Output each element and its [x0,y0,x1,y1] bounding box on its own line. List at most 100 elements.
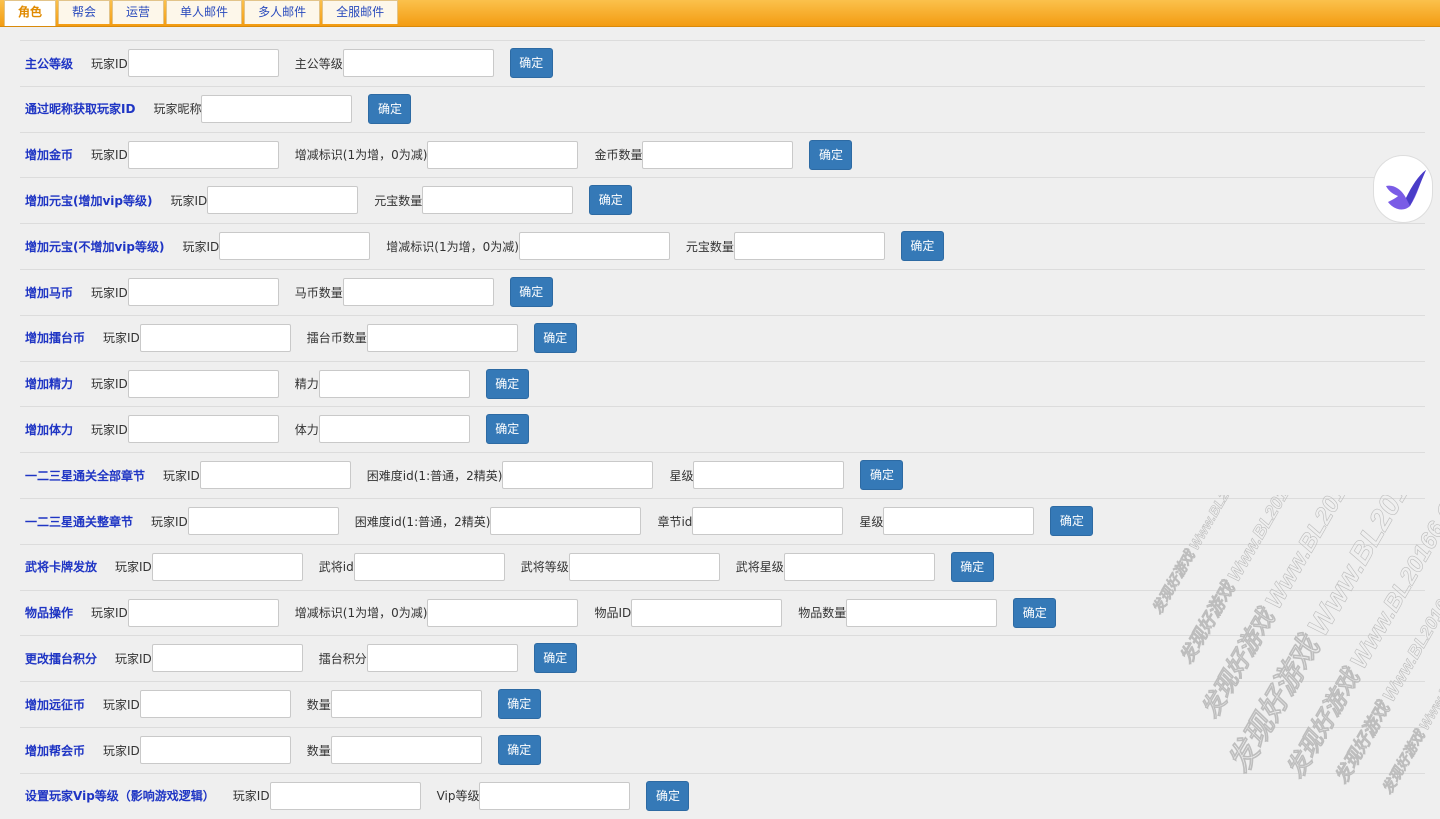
tab-2[interactable]: 运营 [112,0,165,24]
field-input[interactable] [151,644,303,673]
field-group: 玩家ID [163,461,351,490]
field-input[interactable] [127,140,279,169]
field-label: 物品数量 [798,606,847,621]
field-label: 章节id [657,514,693,529]
field-input[interactable] [342,49,494,77]
field-input[interactable] [139,736,291,764]
field-input[interactable] [330,690,482,719]
field-input[interactable] [127,278,279,306]
field-label: 武将等级 [520,560,569,575]
field-group: 玩家ID [91,598,279,627]
field-label: 玩家ID [115,560,152,575]
field-input[interactable] [631,598,783,627]
field-input[interactable] [353,552,505,581]
field-input[interactable] [846,598,998,627]
tab-0[interactable]: 角色 [4,0,57,26]
field-input[interactable] [201,94,353,123]
form-row: 主公等级 玩家ID 主公等级 确定 [20,40,1425,86]
field-group: 增减标识(1为增，0为减) [295,598,579,627]
field-group: 玩家ID [170,186,359,215]
form-row: 增加元宝(增加vip等级) 玩家ID 元宝数量 确定 [20,177,1425,223]
confirm-button[interactable]: 确定 [497,689,541,720]
field-input[interactable] [127,369,279,398]
row-title: 一二三星通关全部章节 [25,468,146,483]
field-input[interactable] [342,278,494,306]
tab-1[interactable]: 帮会 [58,0,111,24]
field-input[interactable] [733,232,885,261]
field-group: 体力 [295,415,470,444]
field-input[interactable] [139,690,291,719]
field-input[interactable] [207,186,359,215]
confirm-button[interactable]: 确定 [533,322,577,353]
row-title: 增加精力 [25,377,74,392]
field-input[interactable] [427,140,579,169]
field-input[interactable] [783,552,935,581]
form-row: 武将卡牌发放 玩家ID 武将id 武将等级 武将星级 确定 [20,543,1425,590]
field-input[interactable] [127,415,279,444]
field-group: Vip等级 [437,781,631,810]
field-input[interactable] [427,598,579,627]
field-group: 玩家ID [91,415,279,444]
field-input[interactable] [518,232,670,261]
field-label: 数量 [306,697,331,712]
field-input[interactable] [269,781,421,810]
field-group: 玩家ID [103,736,291,764]
confirm-button[interactable]: 确定 [533,643,577,674]
field-input[interactable] [151,552,303,581]
confirm-button[interactable]: 确定 [1013,597,1057,628]
field-input[interactable] [568,552,720,581]
field-label: 玩家ID [91,377,128,392]
confirm-button[interactable]: 确定 [509,48,553,78]
field-input[interactable] [330,736,482,764]
field-group: 困难度id(1:普通，2精英) [367,461,654,490]
field-input[interactable] [318,369,470,398]
floating-bird-icon[interactable] [1373,155,1433,223]
field-input[interactable] [642,140,794,169]
confirm-button[interactable]: 确定 [1050,506,1094,536]
tab-3[interactable]: 单人邮件 [166,0,243,24]
field-input[interactable] [883,507,1035,535]
field-input[interactable] [502,461,654,490]
field-group: 玩家ID [233,781,421,810]
field-input[interactable] [127,598,279,627]
field-label: 玩家ID [170,193,208,208]
confirm-button[interactable]: 确定 [809,139,853,170]
field-group: 武将等级 [520,552,720,581]
confirm-button[interactable]: 确定 [589,185,633,216]
field-input[interactable] [318,415,470,444]
confirm-button[interactable]: 确定 [950,551,994,582]
field-input[interactable] [422,186,574,215]
field-input[interactable] [139,323,291,352]
field-input[interactable] [187,507,339,535]
row-title: 更改擂台积分 [25,651,98,666]
field-input[interactable] [199,461,351,490]
field-group: 增减标识(1为增，0为减) [295,140,579,169]
field-label: 玩家ID [91,56,128,71]
field-input[interactable] [127,49,279,77]
confirm-button[interactable]: 确定 [497,735,541,765]
tab-5[interactable]: 全服邮件 [322,0,399,24]
form-row: 增加马币 玩家ID 马币数量 确定 [20,269,1425,315]
confirm-button[interactable]: 确定 [860,460,904,491]
confirm-button[interactable]: 确定 [900,231,944,262]
confirm-button[interactable]: 确定 [646,780,690,811]
field-input[interactable] [692,507,844,535]
confirm-button[interactable]: 确定 [509,277,553,307]
field-input[interactable] [219,232,371,261]
field-label: 增减标识(1为增，0为减) [386,239,519,254]
field-group: 玩家ID [115,552,303,581]
field-input[interactable] [490,507,642,535]
field-input[interactable] [366,644,518,673]
field-group: 玩家ID [183,232,371,261]
tab-4[interactable]: 多人邮件 [244,0,321,24]
confirm-button[interactable]: 确定 [368,93,412,124]
field-group: 困难度id(1:普通，2精英) [355,507,642,535]
field-input[interactable] [693,461,845,490]
row-title: 物品操作 [25,606,74,621]
field-input[interactable] [479,781,631,810]
field-group: 玩家ID [115,644,303,673]
form-row: 增加金币 玩家ID 增减标识(1为增，0为减) 金币数量 确定 [20,131,1425,178]
confirm-button[interactable]: 确定 [485,414,529,445]
field-input[interactable] [366,323,518,352]
confirm-button[interactable]: 确定 [485,368,529,399]
